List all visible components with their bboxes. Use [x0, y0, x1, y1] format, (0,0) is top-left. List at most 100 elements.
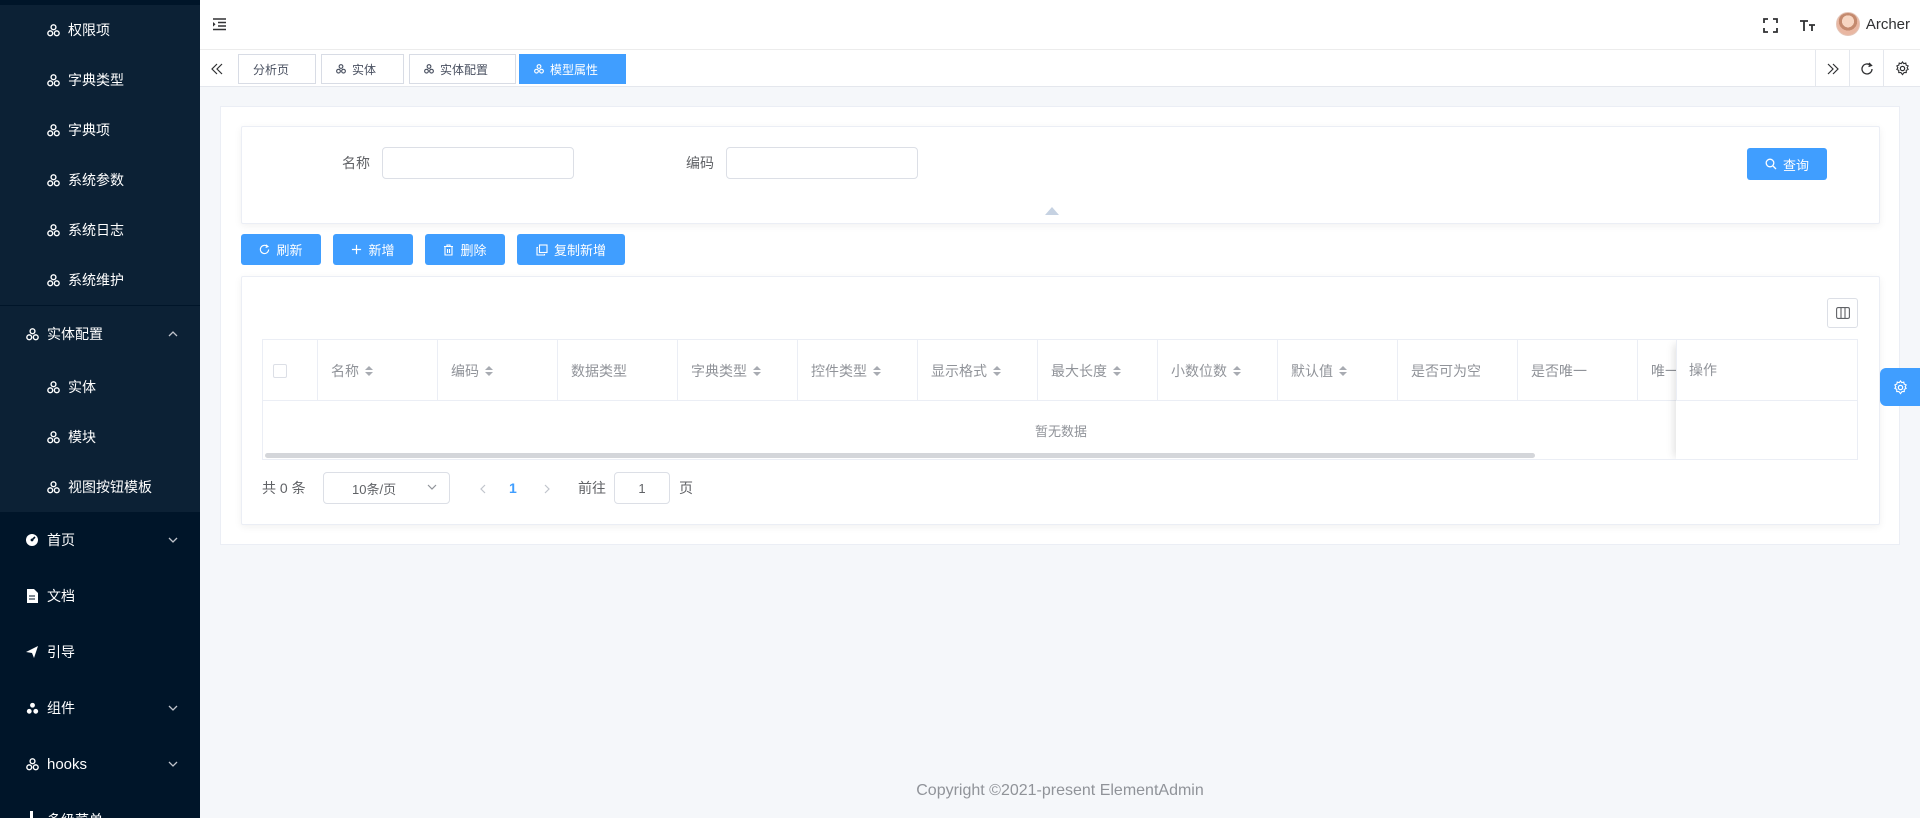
refresh-button[interactable]: 刷新: [241, 234, 321, 265]
refresh-icon: [1860, 62, 1874, 76]
top-header: Archer: [200, 0, 1920, 50]
chevron-left-icon: [480, 484, 486, 494]
sidebar-item-dict-item[interactable]: 字典项: [0, 105, 200, 155]
sort-icon[interactable]: [873, 365, 881, 376]
column-header-decimal-places[interactable]: 小数位数: [1158, 340, 1278, 401]
sort-icon[interactable]: [1233, 365, 1241, 376]
sort-icon[interactable]: [993, 365, 1001, 376]
sidebar-item-label: 组件: [47, 700, 75, 716]
chevron-down-icon: [168, 761, 178, 767]
column-header-max-length[interactable]: 最大长度: [1038, 340, 1158, 401]
sidebar-item-multilevel-menu[interactable]: 多级菜单: [0, 794, 200, 818]
tag-entity[interactable]: 实体: [321, 54, 404, 84]
tag-analysis[interactable]: 分析页: [238, 54, 316, 84]
goto-page-input[interactable]: [614, 472, 670, 504]
column-label: 最大长度: [1051, 362, 1107, 379]
caret-up-icon: [1045, 207, 1059, 215]
column-header-control-type[interactable]: 控件类型: [798, 340, 918, 401]
add-button[interactable]: 新增: [333, 234, 413, 265]
horizontal-scrollbar[interactable]: [265, 453, 1535, 458]
column-header-dict-type[interactable]: 字典类型: [678, 340, 798, 401]
copy-add-button[interactable]: 复制新增: [517, 234, 625, 265]
sidebar-item-docs[interactable]: 文档: [0, 570, 200, 622]
sidebar-item-label: 系统参数: [68, 172, 124, 188]
cluster-icon: [46, 380, 60, 394]
menu-icon: [25, 810, 39, 818]
cluster-icon: [46, 223, 60, 237]
user-menu[interactable]: Archer: [1835, 12, 1910, 36]
tag-entity-config[interactable]: 实体配置: [409, 54, 516, 84]
delete-button[interactable]: 删除: [425, 234, 505, 265]
page-suffix: 页: [679, 480, 693, 496]
sort-icon[interactable]: [1113, 365, 1121, 376]
chevron-down-icon: [427, 484, 437, 490]
column-header-display-format[interactable]: 显示格式: [918, 340, 1038, 401]
sidebar-item-label: 实体: [68, 379, 96, 395]
chevron-up-icon: [168, 331, 178, 337]
cluster-icon: [534, 64, 544, 74]
collapse-search-button[interactable]: [1044, 206, 1060, 216]
sidebar: 权限项 字典类型 字典项 系统参数 系统日志 系统维护 实体配置 实体 模块 视…: [0, 0, 200, 818]
menu-fold-button[interactable]: [210, 15, 228, 33]
sidebar-item-home[interactable]: 首页: [0, 514, 200, 566]
tags-scroll-right-button[interactable]: [1815, 50, 1849, 87]
sidebar-item-components[interactable]: 组件: [0, 682, 200, 734]
code-input[interactable]: [726, 147, 918, 179]
current-page: 1: [509, 480, 517, 496]
font-size-button[interactable]: [1797, 15, 1817, 35]
sidebar-item-label: 文档: [47, 588, 75, 604]
sidebar-item-label: 实体配置: [47, 326, 103, 342]
select-all-checkbox[interactable]: [273, 363, 287, 378]
query-button[interactable]: 查询: [1747, 148, 1827, 180]
column-settings-button[interactable]: [1827, 298, 1858, 328]
cluster-icon: [46, 173, 60, 187]
column-label: 唯一: [1651, 362, 1679, 379]
page-number-1[interactable]: 1: [509, 472, 517, 504]
sidebar-item-hooks[interactable]: hooks: [0, 738, 200, 790]
refresh-tab-button[interactable]: [1849, 50, 1883, 87]
column-label: 小数位数: [1171, 362, 1227, 379]
sidebar-item-label: hooks: [47, 755, 88, 773]
cluster-icon: [46, 123, 60, 137]
avatar: [1835, 12, 1860, 36]
sidebar-item-system-log[interactable]: 系统日志: [0, 205, 200, 255]
chevron-right-icon: [544, 484, 550, 494]
prev-page-button[interactable]: [476, 482, 490, 496]
sidebar-item-system-maintenance[interactable]: 系统维护: [0, 255, 200, 305]
sidebar-item-dict-type[interactable]: 字典类型: [0, 55, 200, 105]
sidebar-item-permission[interactable]: 权限项: [0, 5, 200, 55]
sidebar-item-entity[interactable]: 实体: [0, 362, 200, 412]
sidebar-item-system-params[interactable]: 系统参数: [0, 155, 200, 205]
sidebar-item-entity-config[interactable]: 实体配置: [0, 306, 200, 362]
sidebar-item-guide[interactable]: 引导: [0, 626, 200, 678]
tags-scroll-left-button[interactable]: [208, 60, 226, 78]
tab-settings-button[interactable]: [1883, 50, 1920, 87]
fullscreen-button[interactable]: [1760, 15, 1780, 35]
name-input[interactable]: [382, 147, 574, 179]
column-header-default-value[interactable]: 默认值: [1278, 340, 1398, 401]
next-page-button[interactable]: [540, 482, 554, 496]
column-header-actions: 操作: [1676, 340, 1857, 401]
theme-settings-button[interactable]: [1880, 368, 1920, 406]
tag-model-attributes[interactable]: 模型属性: [519, 54, 626, 84]
sidebar-item-label: 系统维护: [68, 272, 124, 288]
sidebar-item-module[interactable]: 模块: [0, 412, 200, 462]
delete-label: 删除: [460, 243, 487, 258]
double-chevron-right-icon: [1827, 63, 1839, 75]
sort-icon[interactable]: [753, 365, 761, 376]
copy-icon: [536, 243, 548, 256]
sidebar-item-label: 多级菜单: [47, 810, 103, 818]
cluster-icon: [25, 701, 39, 715]
sort-icon[interactable]: [365, 365, 373, 376]
sort-icon[interactable]: [1339, 365, 1347, 376]
column-header-code[interactable]: 编码: [438, 340, 558, 401]
tag-label: 实体: [352, 62, 377, 77]
sidebar-item-view-button-template[interactable]: 视图按钮模板: [0, 462, 200, 512]
page-size-value: 10条/页: [352, 481, 397, 497]
sort-icon[interactable]: [485, 365, 493, 376]
column-header-name[interactable]: 名称: [318, 340, 438, 401]
sidebar-item-label: 首页: [47, 532, 75, 548]
font-size-icon: [1799, 19, 1816, 32]
page-size-select[interactable]: 10条/页: [323, 472, 450, 504]
column-header-unique: 是否唯一: [1518, 340, 1638, 401]
